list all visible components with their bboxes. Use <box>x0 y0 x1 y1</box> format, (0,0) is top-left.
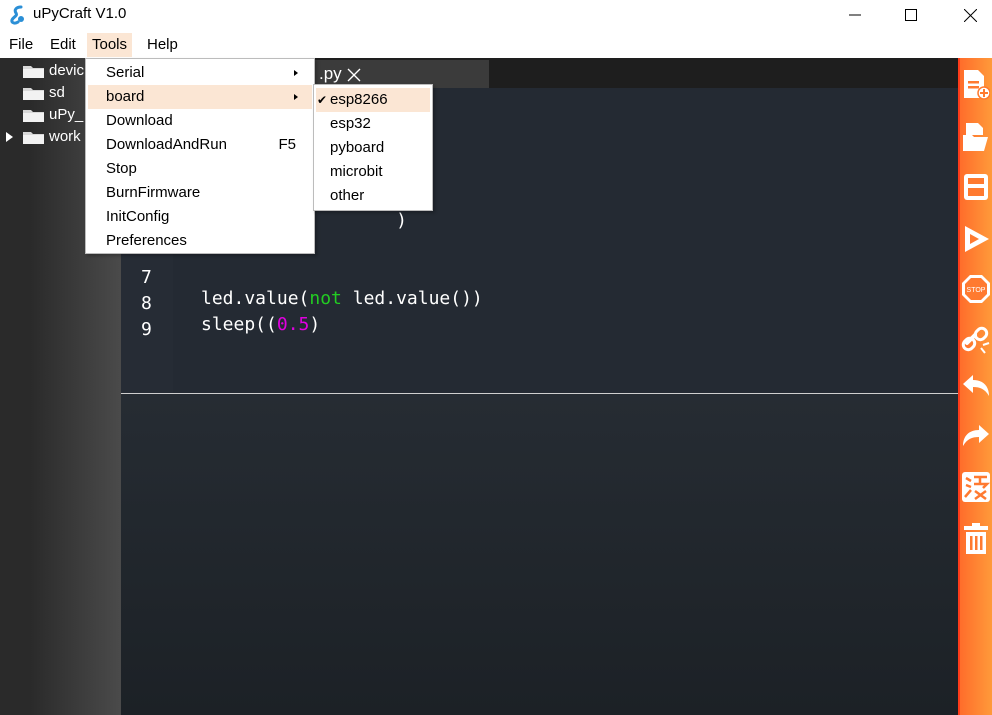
code-line: 9 <box>121 298 164 340</box>
right-toolbar: STOP <box>958 58 992 715</box>
save-button[interactable] <box>960 164 992 210</box>
board-option-other[interactable]: other <box>316 184 430 208</box>
stop-button[interactable]: STOP <box>960 266 992 312</box>
close-icon <box>963 8 977 22</box>
code-token: led.value( <box>201 288 310 309</box>
redo-icon <box>963 425 989 446</box>
board-option-label: pyboard <box>330 139 385 156</box>
maximize-icon <box>905 9 917 21</box>
menu-item-label: Stop <box>106 160 137 177</box>
folder-icon <box>23 110 44 122</box>
new-file-button[interactable] <box>960 62 992 108</box>
menu-item-download-and-run[interactable]: DownloadAndRun F5 <box>88 133 312 157</box>
toolbar-border <box>958 58 960 715</box>
submenu-arrow-icon <box>294 70 298 76</box>
menu-help[interactable]: Help <box>142 33 183 57</box>
tree-item-label: work <box>49 128 81 145</box>
code-text: led.value(not led.value()) <box>201 288 483 309</box>
menu-item-label: BurnFirmware <box>106 184 201 201</box>
board-option-esp32[interactable]: esp32 <box>316 112 430 136</box>
run-button[interactable] <box>960 216 992 262</box>
syntax-check-icon <box>962 472 991 502</box>
redo-button[interactable] <box>960 414 992 460</box>
menu-file[interactable]: File <box>4 33 38 57</box>
minimize-icon <box>849 14 861 16</box>
code-token: ) <box>309 314 321 335</box>
menu-bar: File Edit Tools Help <box>0 30 992 58</box>
code-token: led.value()) <box>341 288 483 309</box>
open-file-icon <box>963 123 988 151</box>
close-button[interactable] <box>941 0 992 30</box>
folder-icon <box>23 88 44 100</box>
open-file-button[interactable] <box>960 114 992 160</box>
menu-item-download[interactable]: Download <box>88 109 312 133</box>
clear-button[interactable] <box>960 516 992 562</box>
menu-item-serial[interactable]: Serial <box>88 61 312 85</box>
number-token: 0.5 <box>276 314 310 335</box>
syntax-check-button[interactable] <box>960 464 992 510</box>
submenu-arrow-icon <box>294 94 298 100</box>
menu-item-preferences[interactable]: Preferences <box>88 229 312 253</box>
menu-item-label: Download <box>106 112 173 129</box>
tree-item-label: sd <box>49 84 65 101</box>
menu-item-board[interactable]: board <box>88 85 312 109</box>
stop-icon: STOP <box>962 275 990 303</box>
tree-item-label: devic <box>49 62 85 79</box>
maximize-button[interactable] <box>882 0 940 30</box>
line-number: 9 <box>141 319 152 340</box>
board-option-esp8266[interactable]: ✔ esp8266 <box>316 88 430 112</box>
title-bar: uPyCraft V1.0 <box>0 0 992 30</box>
board-option-pyboard[interactable]: pyboard <box>316 136 430 160</box>
checkmark-icon: ✔ <box>317 93 328 107</box>
tab-label: .py <box>319 64 342 83</box>
menu-item-init-config[interactable]: InitConfig <box>88 205 312 229</box>
board-option-label: esp8266 <box>330 91 388 108</box>
terminal-panel[interactable] <box>121 394 958 715</box>
menu-item-shortcut: F5 <box>278 136 296 153</box>
undo-button[interactable] <box>960 364 992 410</box>
run-icon <box>965 226 989 252</box>
code-text: sleep((0.5) <box>201 314 320 335</box>
undo-icon <box>963 375 989 396</box>
board-option-label: esp32 <box>330 115 371 132</box>
minimize-button[interactable] <box>826 0 884 30</box>
expand-arrow-icon[interactable] <box>6 132 13 142</box>
menu-tools[interactable]: Tools <box>87 33 133 57</box>
menu-item-burn-firmware[interactable]: BurnFirmware <box>88 181 312 205</box>
save-icon <box>964 174 988 200</box>
menu-item-label: board <box>106 88 145 105</box>
board-option-label: microbit <box>330 163 383 180</box>
code-token: sleep(( <box>201 314 277 335</box>
code-line: 8 sleep((0.5) <box>121 272 320 335</box>
new-file-icon <box>964 70 990 100</box>
tools-menu: Serial board Download DownloadAndRun F5 … <box>85 58 315 254</box>
menu-edit[interactable]: Edit <box>45 33 81 57</box>
window-title: uPyCraft V1.0 <box>33 5 127 22</box>
menu-item-label: DownloadAndRun <box>106 136 227 153</box>
menu-item-label: InitConfig <box>106 208 170 225</box>
board-option-microbit[interactable]: microbit <box>316 160 430 184</box>
board-option-label: other <box>330 187 365 204</box>
folder-icon <box>23 66 44 78</box>
tree-item-label: uPy_ <box>49 106 84 123</box>
connect-icon <box>961 326 990 354</box>
connect-button[interactable] <box>960 316 992 362</box>
keyword-token: not <box>309 288 342 309</box>
board-submenu: ✔ esp8266 esp32 pyboard microbit other <box>313 84 433 211</box>
tab-close-icon[interactable] <box>345 66 363 84</box>
menu-item-stop[interactable]: Stop <box>88 157 312 181</box>
menu-item-label: Preferences <box>106 232 187 249</box>
menu-item-label: Serial <box>106 64 145 81</box>
upycraft-logo-icon <box>10 5 24 25</box>
stop-text: STOP <box>967 287 986 294</box>
folder-icon <box>23 132 44 144</box>
clear-icon <box>964 523 988 554</box>
